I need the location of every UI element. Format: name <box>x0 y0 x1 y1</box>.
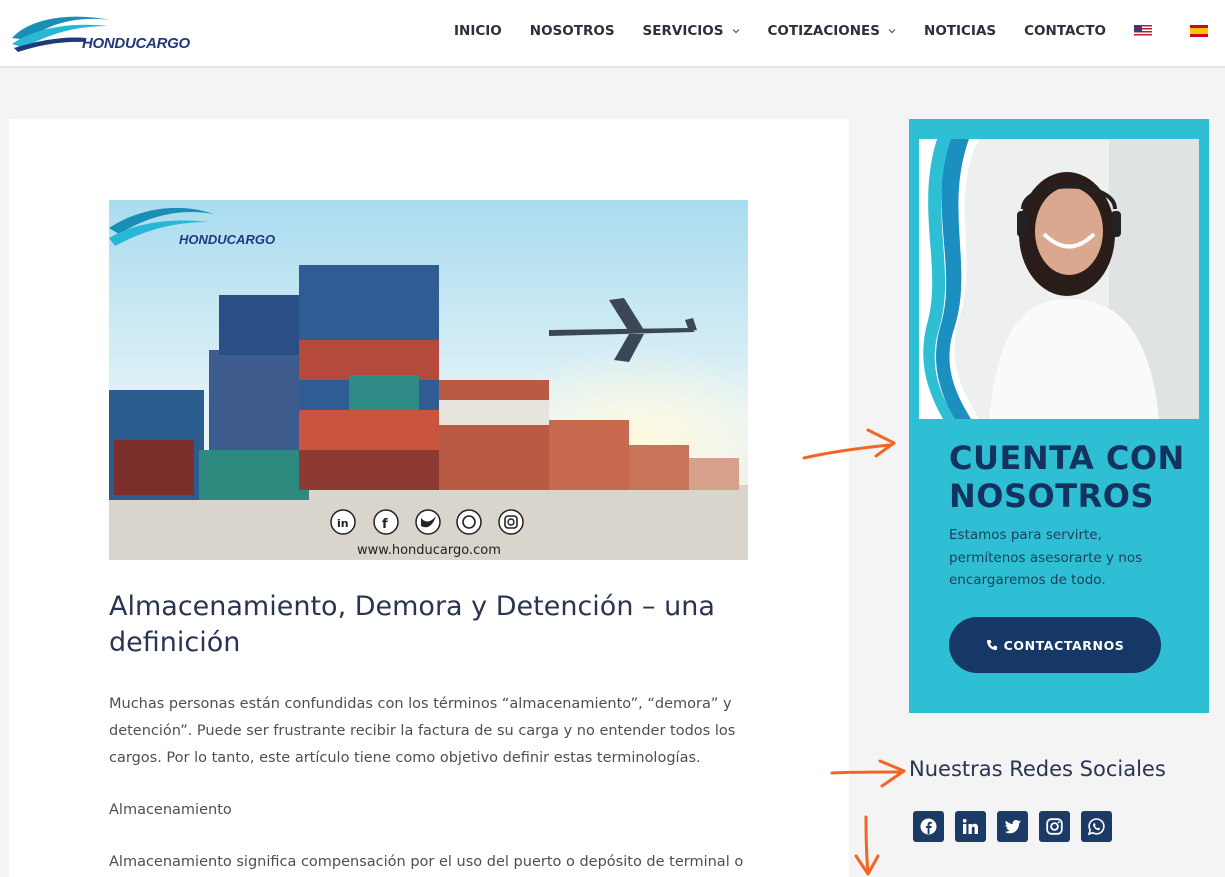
arrow-annotation <box>830 770 904 775</box>
annotation-arrows <box>802 428 906 876</box>
arrow-annotation <box>864 815 870 874</box>
